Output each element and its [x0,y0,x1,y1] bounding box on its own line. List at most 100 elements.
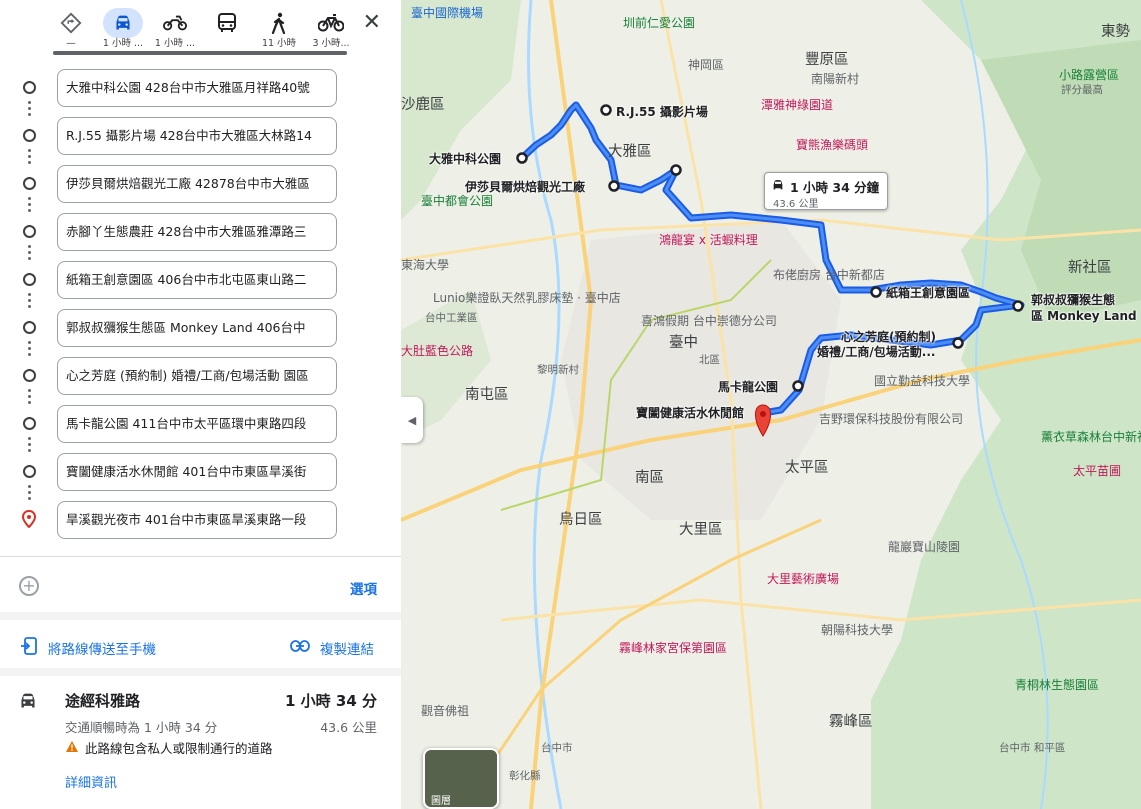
poi-plaza[interactable]: 大里藝術廣場 [767,570,839,587]
send-to-phone-icon [20,637,38,659]
poi-company[interactable]: 吉野環保科技股份有限公司 [819,410,963,427]
map-canvas[interactable]: 臺中國際機場 圳前仁愛公園 神岡區 豐原區 南陽新村 潭雅神綠園道 寶熊漁樂碼頭… [401,0,1141,809]
waypoint-circle-icon [23,273,36,286]
area-label: 黎明新村 [537,364,579,376]
warning-icon [65,740,79,756]
poi-university[interactable]: 國立勤益科技大學 [874,372,970,389]
copy-link-label: 複製連結 [320,642,374,658]
poi-airport[interactable]: 臺中國際機場 [411,4,483,21]
waypoint-circle-icon [23,465,36,478]
poi-restaurant[interactable]: 布佬廚房 台中新都店 [773,266,885,283]
mode-cycling[interactable]: 3 小時... [305,8,357,54]
poi-cemetery[interactable]: 龍巖寶山陵園 [888,538,960,555]
add-destination-row: + 選項 [0,574,401,600]
poi-greenway[interactable]: 潭雅神綠園道 [761,96,833,113]
poi-park[interactable]: 青桐林生態園區 [1015,676,1099,693]
collapse-panel-button[interactable]: ◀ [401,397,423,443]
travel-mode-bar: — 1 小時 ... 1 小時 ... 11 小時 3 小時... [55,8,355,54]
stop-label[interactable]: 紙箱王創意園區 [886,284,970,301]
poi-camping[interactable]: 小路露營區 [1059,66,1119,83]
stop-label[interactable]: 郭叔叔獼猴生態 [1031,291,1115,308]
mode-walking[interactable]: 11 小時 [253,8,305,54]
car-icon [18,692,38,714]
link-icon [290,640,310,656]
route-traffic: 交通順暢時為 1 小時 34 分 [65,720,218,735]
waypoint-circle-icon [23,417,36,430]
warning-text: 此路線包含私人或限制通行的道路 [85,741,273,756]
poi-park[interactable]: 圳前仁愛公園 [623,14,695,31]
area-label: 台中市 和平區 [999,742,1066,754]
waypoint-row: 赤腳丫生態農莊 428台中市大雅區雅潭路三 [0,212,401,252]
diamond-route-icon [45,8,97,38]
waypoint-input[interactable]: R.J.55 攝影片場 428台中市大雅區大林路14 [57,117,337,155]
district-label: 豐原區 [805,52,849,68]
poi-university[interactable]: 東海大學 [401,256,449,273]
layers-button[interactable]: 圖層 [423,748,499,809]
stop-label[interactable]: 大雅中科公園 [429,150,501,167]
poi-university[interactable]: 朝陽科技大學 [821,621,893,638]
waypoint-input[interactable]: 赤腳丫生態農莊 428台中市大雅區雅潭路三 [57,213,337,251]
bubble-duration: 1 小時 34 分鐘 [790,180,880,195]
copy-link-button[interactable]: 複製連結 [290,636,374,660]
district-label: 太平區 [785,460,829,476]
waypoint-input[interactable]: 伊莎貝爾烘焙觀光工廠 42878台中市大雅區 [57,165,337,203]
waypoint-circle-icon [23,369,36,382]
options-button[interactable]: 選項 [350,578,377,598]
waypoint-input[interactable]: 紙箱王創意園區 406台中市北屯區東山路二 [57,261,337,299]
poi-nursery[interactable]: 太平苗圃 [1073,462,1121,479]
add-destination-icon[interactable]: + [19,576,39,596]
motorcycle-icon [149,8,201,38]
area-label: 南陽新村 [811,72,860,86]
mode-scrollbar[interactable] [53,51,347,55]
send-to-phone-button[interactable]: 將路線傳送至手機 [20,636,156,660]
poi-fishing[interactable]: 寶熊漁樂碼頭 [796,136,868,153]
bubble-distance: 43.6 公里 [773,199,819,210]
mode-best[interactable]: — [45,8,97,54]
send-to-phone-label: 將路線傳送至手機 [48,642,156,658]
waypoint-input[interactable]: 心之芳庭 (預約制) 婚禮/工商/包場活動 園區 [57,357,337,395]
waypoint-row: 心之芳庭 (預約制) 婚禮/工商/包場活動 園區 [0,356,401,396]
route-info-bubble[interactable]: 1 小時 34 分鐘 43.6 公里 [764,172,888,210]
bus-icon [201,8,253,38]
route-card[interactable]: 途經科雅路 1 小時 34 分 交通順暢時為 1 小時 34 分 43.6 公里… [0,690,401,800]
district-label: 東勢 [1101,24,1130,40]
waypoint-input[interactable]: 寶闔健康活水休閒館 401台中市東區旱溪街 [57,453,337,491]
poi-store[interactable]: Lunio樂證臥天然乳膠床墊 · 臺中店 [433,289,621,306]
mode-transit[interactable] [201,8,253,54]
layers-label: 圖層 [431,796,451,807]
waypoint-row: 旱溪觀光夜市 401台中市東區旱溪東路一段 [0,500,401,540]
details-link[interactable]: 詳細資訊 [65,772,117,791]
stop-label[interactable]: 婚禮/工商/包場活動... [817,343,935,360]
stop-label[interactable]: 寶闔健康活水休閒館 [636,404,744,421]
waypoint-input[interactable]: 旱溪觀光夜市 401台中市東區旱溪東路一段 [57,501,337,539]
stop-label[interactable]: 伊莎貝爾烘焙觀光工廠 [465,178,585,195]
poi-farm[interactable]: 薰衣草森林台中新社 [1041,428,1141,445]
district-label: 霧峰區 [829,714,873,730]
route-duration: 1 小時 34 分 [285,692,377,710]
waypoint-input[interactable]: 大雅中科公園 428台中市大雅區月祥路40號 [57,69,337,107]
route-title: 途經科雅路 [65,692,141,710]
poi-company[interactable]: 喜鴻假期 台中崇德分公司 [641,312,777,329]
close-directions-button[interactable]: ✕ [363,12,381,34]
waypoint-input[interactable]: 郭叔叔獼猴生態區 Monkey Land 406台中 [57,309,337,347]
mode-driving[interactable]: 1 小時 ... [97,8,149,54]
stop-label[interactable]: R.J.55 攝影片場 [616,103,708,120]
poi-restaurant[interactable]: 鴻龍宴 x 活蝦料理 [659,231,758,248]
district-label: 南區 [635,470,664,486]
section-divider [0,668,401,676]
district-label: 大雅區 [608,144,652,160]
poi-historic[interactable]: 霧峰林家宮保第園區 [619,639,727,656]
stop-label[interactable]: 區 Monkey Land [1031,307,1137,324]
district-label: 大里區 [679,522,723,538]
waypoint-input[interactable]: 馬卡龍公園 411台中市太平區環中東路四段 [57,405,337,443]
mode-motorcycle[interactable]: 1 小時 ... [149,8,201,54]
poi-rating: 評分最高 [1061,84,1103,96]
destination-pin-icon [21,509,37,532]
poi-road[interactable]: 大肚藍色公路 [401,342,473,359]
walking-icon [253,8,305,38]
car-icon [771,179,785,194]
directions-panel: — 1 小時 ... 1 小時 ... 11 小時 3 小時... ✕ 大雅中科… [0,0,401,809]
stop-label[interactable]: 馬卡龍公園 [718,378,778,395]
waypoint-circle-icon [23,129,36,142]
poi-temple[interactable]: 觀音佛祖 [421,702,469,719]
